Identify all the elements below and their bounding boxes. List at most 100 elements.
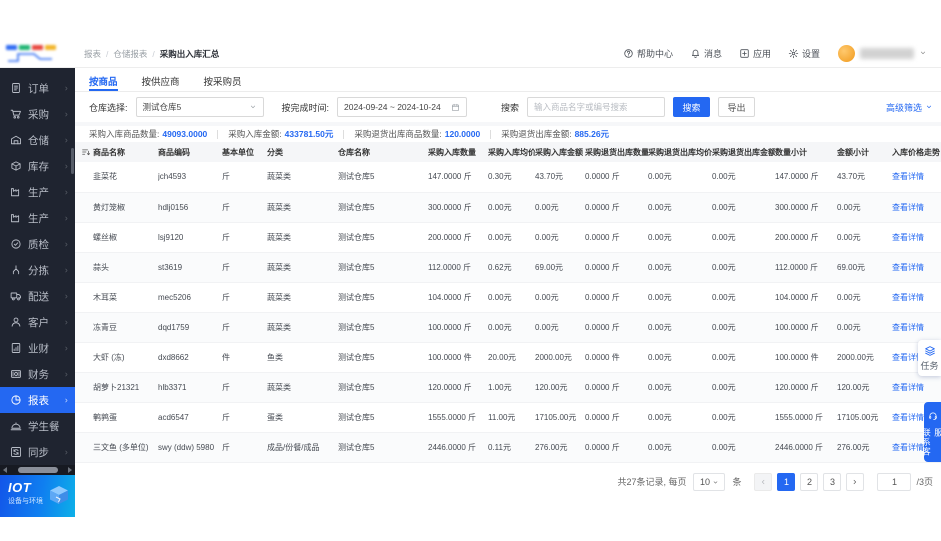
date-range-value: 2024-09-24 ~ 2024-10-24 <box>344 102 447 112</box>
tab-1[interactable]: 按供应商 <box>142 74 180 91</box>
header-action-0[interactable]: 帮助中心 <box>623 47 673 60</box>
sidebar-item-2[interactable]: 仓储 <box>0 127 75 153</box>
cell: 大虾 (冻) <box>93 342 158 372</box>
delivery-icon <box>10 290 22 302</box>
page-button-2[interactable]: 2 <box>800 473 818 491</box>
sidebar-item-label: 仓储 <box>28 133 57 148</box>
cell: 120.00元 <box>535 372 585 402</box>
breadcrumb-separator: / <box>152 49 154 59</box>
sidebar-item-4[interactable]: 生产 <box>0 179 75 205</box>
report-icon <box>10 394 22 406</box>
table-row: 三文鱼 (多单位)swy (ddw) 5980斤成品/份餐/成品测试仓库5244… <box>75 432 941 462</box>
cell: st3619 <box>158 252 222 282</box>
cell: 43.70元 <box>535 162 585 192</box>
view-details-link[interactable]: 查看详情 <box>892 172 924 181</box>
trend-cell: 查看详情 <box>892 282 941 312</box>
tab-label: 按商品 <box>89 77 118 88</box>
view-details-link[interactable]: 查看详情 <box>892 263 924 272</box>
sidebar-item-3[interactable]: 库存 <box>0 153 75 179</box>
contact-service-button[interactable]: 联系客服 <box>924 402 941 462</box>
chevron-right-icon <box>63 85 70 92</box>
sidebar-item-label: 报表 <box>28 393 57 408</box>
sidebar-item-13[interactable]: 学生餐 <box>0 413 75 439</box>
sidebar-item-0[interactable]: 订单 <box>0 75 75 101</box>
cell: 斤 <box>222 222 267 252</box>
date-range-picker[interactable]: 2024-09-24 ~ 2024-10-24 <box>337 97 467 117</box>
tab-0[interactable]: 按商品 <box>89 74 118 91</box>
view-details-link[interactable]: 查看详情 <box>892 383 924 392</box>
tab-label: 按供应商 <box>142 77 180 88</box>
sidebar-item-11[interactable]: 财务 <box>0 361 75 387</box>
warehouse-select-value: 测试仓库5 <box>143 101 245 113</box>
table-row: 鹌鹑蛋acd6547斤蛋类测试仓库51555.0000 斤11.00元17105… <box>75 402 941 432</box>
filter-bar: 仓库选择: 测试仓库5 按完成时间: 2024-09-24 ~ 2024-10-… <box>75 92 941 122</box>
sidebar-item-7[interactable]: 分拣 <box>0 257 75 283</box>
scroll-right-arrow-icon[interactable] <box>68 467 72 473</box>
search-button[interactable]: 搜索 <box>673 97 710 117</box>
cell: 蔬菜类 <box>267 282 338 312</box>
sidebar-item-5[interactable]: 生产 <box>0 205 75 231</box>
sidebar-item-12[interactable]: 报表 <box>0 387 75 413</box>
pagination-unit-label: 条 <box>732 475 741 488</box>
tab-2[interactable]: 按采购员 <box>204 74 242 91</box>
search-input[interactable] <box>527 97 665 117</box>
table-row: 胡萝卜21321hlb3371斤蔬菜类测试仓库5120.0000 斤1.00元1… <box>75 372 941 402</box>
header-action-label: 应用 <box>753 47 771 60</box>
sidebar-item-8[interactable]: 配送 <box>0 283 75 309</box>
row-spacer <box>75 252 93 282</box>
view-details-link[interactable]: 查看详情 <box>892 413 924 422</box>
sidebar-item-label: 同步 <box>28 445 57 460</box>
tab-label: 按采购员 <box>204 77 242 88</box>
cell: 鱼类 <box>267 342 338 372</box>
header-action-1[interactable]: 消息 <box>690 47 722 60</box>
page-size-select[interactable]: 10 <box>693 473 725 491</box>
view-details-link[interactable]: 查看详情 <box>892 323 924 332</box>
page-jump-input[interactable]: 1 <box>877 473 911 491</box>
sidebar-item-10[interactable]: 业财 <box>0 335 75 361</box>
sidebar-item-6[interactable]: 质检 <box>0 231 75 257</box>
cell: 120.0000 斤 <box>428 372 488 402</box>
sidebar-horizontal-scrollbar[interactable] <box>0 465 75 475</box>
breadcrumb-item-1[interactable]: 仓储报表 <box>113 48 147 60</box>
cell: 0.00元 <box>488 222 535 252</box>
cell: 0.0000 斤 <box>585 312 648 342</box>
cell: mec5206 <box>158 282 222 312</box>
sidebar-item-label: 库存 <box>28 159 57 174</box>
cell: 100.0000 斤 <box>775 312 837 342</box>
sidebar-item-9[interactable]: 客户 <box>0 309 75 335</box>
iot-banner[interactable]: IOT 设备与环境 <box>0 475 75 517</box>
cell: 0.00元 <box>648 282 712 312</box>
view-details-link[interactable]: 查看详情 <box>892 203 924 212</box>
column-header-7: 采购入库金额 <box>535 142 585 162</box>
column-header-10: 采购退货出库金额 <box>712 142 775 162</box>
next-page-button[interactable] <box>846 473 864 491</box>
page-button-1[interactable]: 1 <box>777 473 795 491</box>
quality-icon <box>10 238 22 250</box>
breadcrumb-item-0[interactable]: 报表 <box>84 48 101 60</box>
sidebar-item-label: 质检 <box>28 237 57 252</box>
logo-chart <box>6 50 56 63</box>
user-menu[interactable] <box>838 45 927 63</box>
header-action-2[interactable]: 应用 <box>739 47 771 60</box>
scroll-left-arrow-icon[interactable] <box>3 467 7 473</box>
view-details-link[interactable]: 查看详情 <box>892 443 924 452</box>
view-details-link[interactable]: 查看详情 <box>892 293 924 302</box>
warehouse-select[interactable]: 测试仓库5 <box>136 97 264 117</box>
scrollbar-thumb[interactable] <box>18 467 58 473</box>
summary-bar: 采购入库商品数量:49093.0000采购入库金额:433781.50元采购退货… <box>75 126 941 142</box>
advanced-filter-toggle[interactable]: 高级筛选 <box>886 101 933 114</box>
export-button[interactable]: 导出 <box>718 97 755 117</box>
avatar[interactable] <box>838 45 855 62</box>
column-settings-cell[interactable] <box>75 142 93 162</box>
sidebar-vertical-scrollbar[interactable] <box>71 148 74 174</box>
page-button-3[interactable]: 3 <box>823 473 841 491</box>
view-details-link[interactable]: 查看详情 <box>892 233 924 242</box>
prev-page-button[interactable] <box>754 473 772 491</box>
chevron-right-icon <box>63 267 70 274</box>
sidebar-item-1[interactable]: 采购 <box>0 101 75 127</box>
task-float-button[interactable]: 任务 <box>918 340 941 376</box>
cell: 120.0000 斤 <box>775 372 837 402</box>
sorting-icon <box>10 264 22 276</box>
sidebar-item-14[interactable]: 同步 <box>0 439 75 465</box>
header-action-3[interactable]: 设置 <box>788 47 820 60</box>
